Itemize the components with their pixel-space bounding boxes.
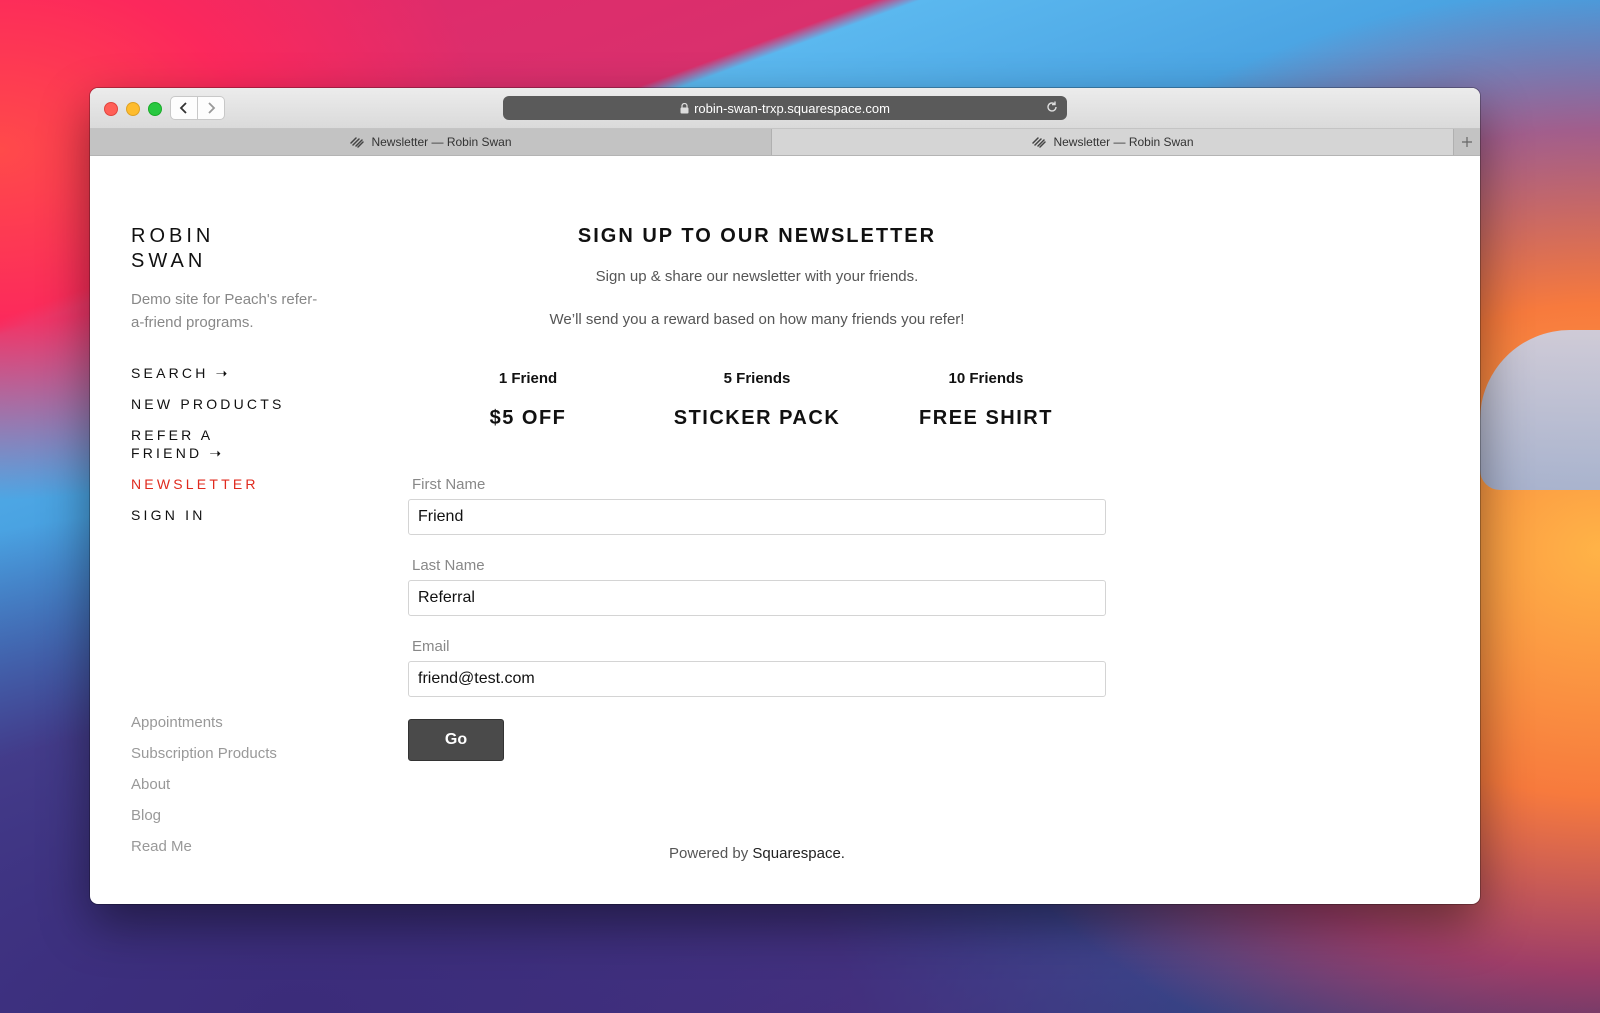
forward-button[interactable] xyxy=(198,96,225,120)
minimize-window-button[interactable] xyxy=(126,102,140,116)
squarespace-logo-icon xyxy=(349,136,365,148)
site-tagline: Demo site for Peach's refer-a-friend pro… xyxy=(131,291,318,331)
nav-about[interactable]: About xyxy=(131,775,277,794)
reward-tier-2: 5 Friends STICKER PACK xyxy=(657,370,857,430)
nav-newsletter[interactable]: NEWSLETTER xyxy=(131,475,285,493)
reward-tiers: 1 Friend $5 OFF 5 Friends STICKER PACK 1… xyxy=(408,370,1106,430)
titlebar: robin-swan-trxp.squarespace.com xyxy=(90,88,1480,129)
nav-search[interactable]: SEARCH ➝ xyxy=(131,364,285,382)
nav-blog[interactable]: Blog xyxy=(131,806,277,825)
back-button[interactable] xyxy=(170,96,198,120)
submit-button[interactable]: Go xyxy=(408,719,504,761)
site-title[interactable]: ROBIN SWAN xyxy=(131,224,214,274)
address-bar[interactable]: robin-swan-trxp.squarespace.com xyxy=(503,96,1067,120)
tab-label: Newsletter — Robin Swan xyxy=(1053,135,1194,149)
history-nav xyxy=(170,96,225,120)
nav-read-me[interactable]: Read Me xyxy=(131,837,277,856)
tier-reward: $5 OFF xyxy=(489,407,567,429)
tier-count: 10 Friends xyxy=(948,370,1024,387)
page-content: ROBIN SWAN Demo site for Peach's refer-a… xyxy=(90,156,1480,904)
tier-reward: STICKER PACK xyxy=(673,407,841,429)
page-title: SIGN UP TO OUR NEWSLETTER xyxy=(577,225,937,247)
zoom-window-button[interactable] xyxy=(148,102,162,116)
last-name-label: Last Name xyxy=(412,557,485,574)
powered-by-text: Powered by xyxy=(669,845,749,862)
window-controls xyxy=(104,102,162,116)
chevron-left-icon xyxy=(179,102,187,114)
close-window-button[interactable] xyxy=(104,102,118,116)
secondary-nav: Appointments Subscription Products About… xyxy=(131,713,277,868)
tab-newsletter-2[interactable]: Newsletter — Robin Swan xyxy=(771,129,1453,155)
reward-tier-3: 10 Friends FREE SHIRT xyxy=(886,370,1086,430)
nav-appointments[interactable]: Appointments xyxy=(131,713,277,732)
plus-icon xyxy=(1462,137,1472,147)
main-nav: SEARCH ➝ NEW PRODUCTS REFER A FRIEND ➝ N… xyxy=(131,364,285,537)
chevron-right-icon xyxy=(208,102,216,114)
first-name-field[interactable] xyxy=(408,499,1106,535)
new-tab-button[interactable] xyxy=(1453,129,1480,155)
nav-new-products[interactable]: NEW PRODUCTS xyxy=(131,395,285,413)
nav-subscription-products[interactable]: Subscription Products xyxy=(131,744,277,763)
tab-newsletter-1[interactable]: Newsletter — Robin Swan xyxy=(90,129,771,155)
reward-tier-1: 1 Friend $5 OFF xyxy=(428,370,628,430)
url-text: robin-swan-trxp.squarespace.com xyxy=(694,100,890,116)
email-label: Email xyxy=(412,638,450,655)
tier-count: 1 Friend xyxy=(498,370,558,387)
nav-refer-a-friend[interactable]: REFER A FRIEND ➝ xyxy=(131,426,285,462)
nav-refer-line2: FRIEND ➝ xyxy=(131,445,225,461)
tab-label: Newsletter — Robin Swan xyxy=(371,135,512,149)
squarespace-link[interactable]: Squarespace. xyxy=(752,845,845,862)
last-name-field[interactable] xyxy=(408,580,1106,616)
nav-refer-line1: REFER A xyxy=(131,427,214,443)
tier-count: 5 Friends xyxy=(723,370,791,387)
reward-text: We’ll send you a reward based on how man… xyxy=(549,311,965,328)
wallpaper-wave xyxy=(1480,330,1600,490)
intro-text: Sign up & share our newsletter with your… xyxy=(595,268,919,285)
squarespace-logo-icon xyxy=(1031,136,1047,148)
browser-window: robin-swan-trxp.squarespace.com Newslett… xyxy=(90,88,1480,904)
nav-sign-in[interactable]: SIGN IN xyxy=(131,506,285,524)
tab-bar: Newsletter — Robin Swan Newsletter — Rob… xyxy=(90,129,1480,156)
newsletter-form: First Name Last Name Email Go xyxy=(408,476,1106,761)
powered-by: Powered by Squarespace. xyxy=(408,845,1106,862)
reload-icon[interactable] xyxy=(1045,100,1059,114)
email-field[interactable] xyxy=(408,661,1106,697)
tier-reward: FREE SHIRT xyxy=(919,407,1053,429)
first-name-label: First Name xyxy=(412,476,486,493)
site-title-line2: SWAN xyxy=(131,250,207,272)
site-title-line1: ROBIN xyxy=(131,225,215,247)
lock-icon xyxy=(680,102,689,113)
newsletter-section: SIGN UP TO OUR NEWSLETTER Sign up & shar… xyxy=(408,224,1106,430)
